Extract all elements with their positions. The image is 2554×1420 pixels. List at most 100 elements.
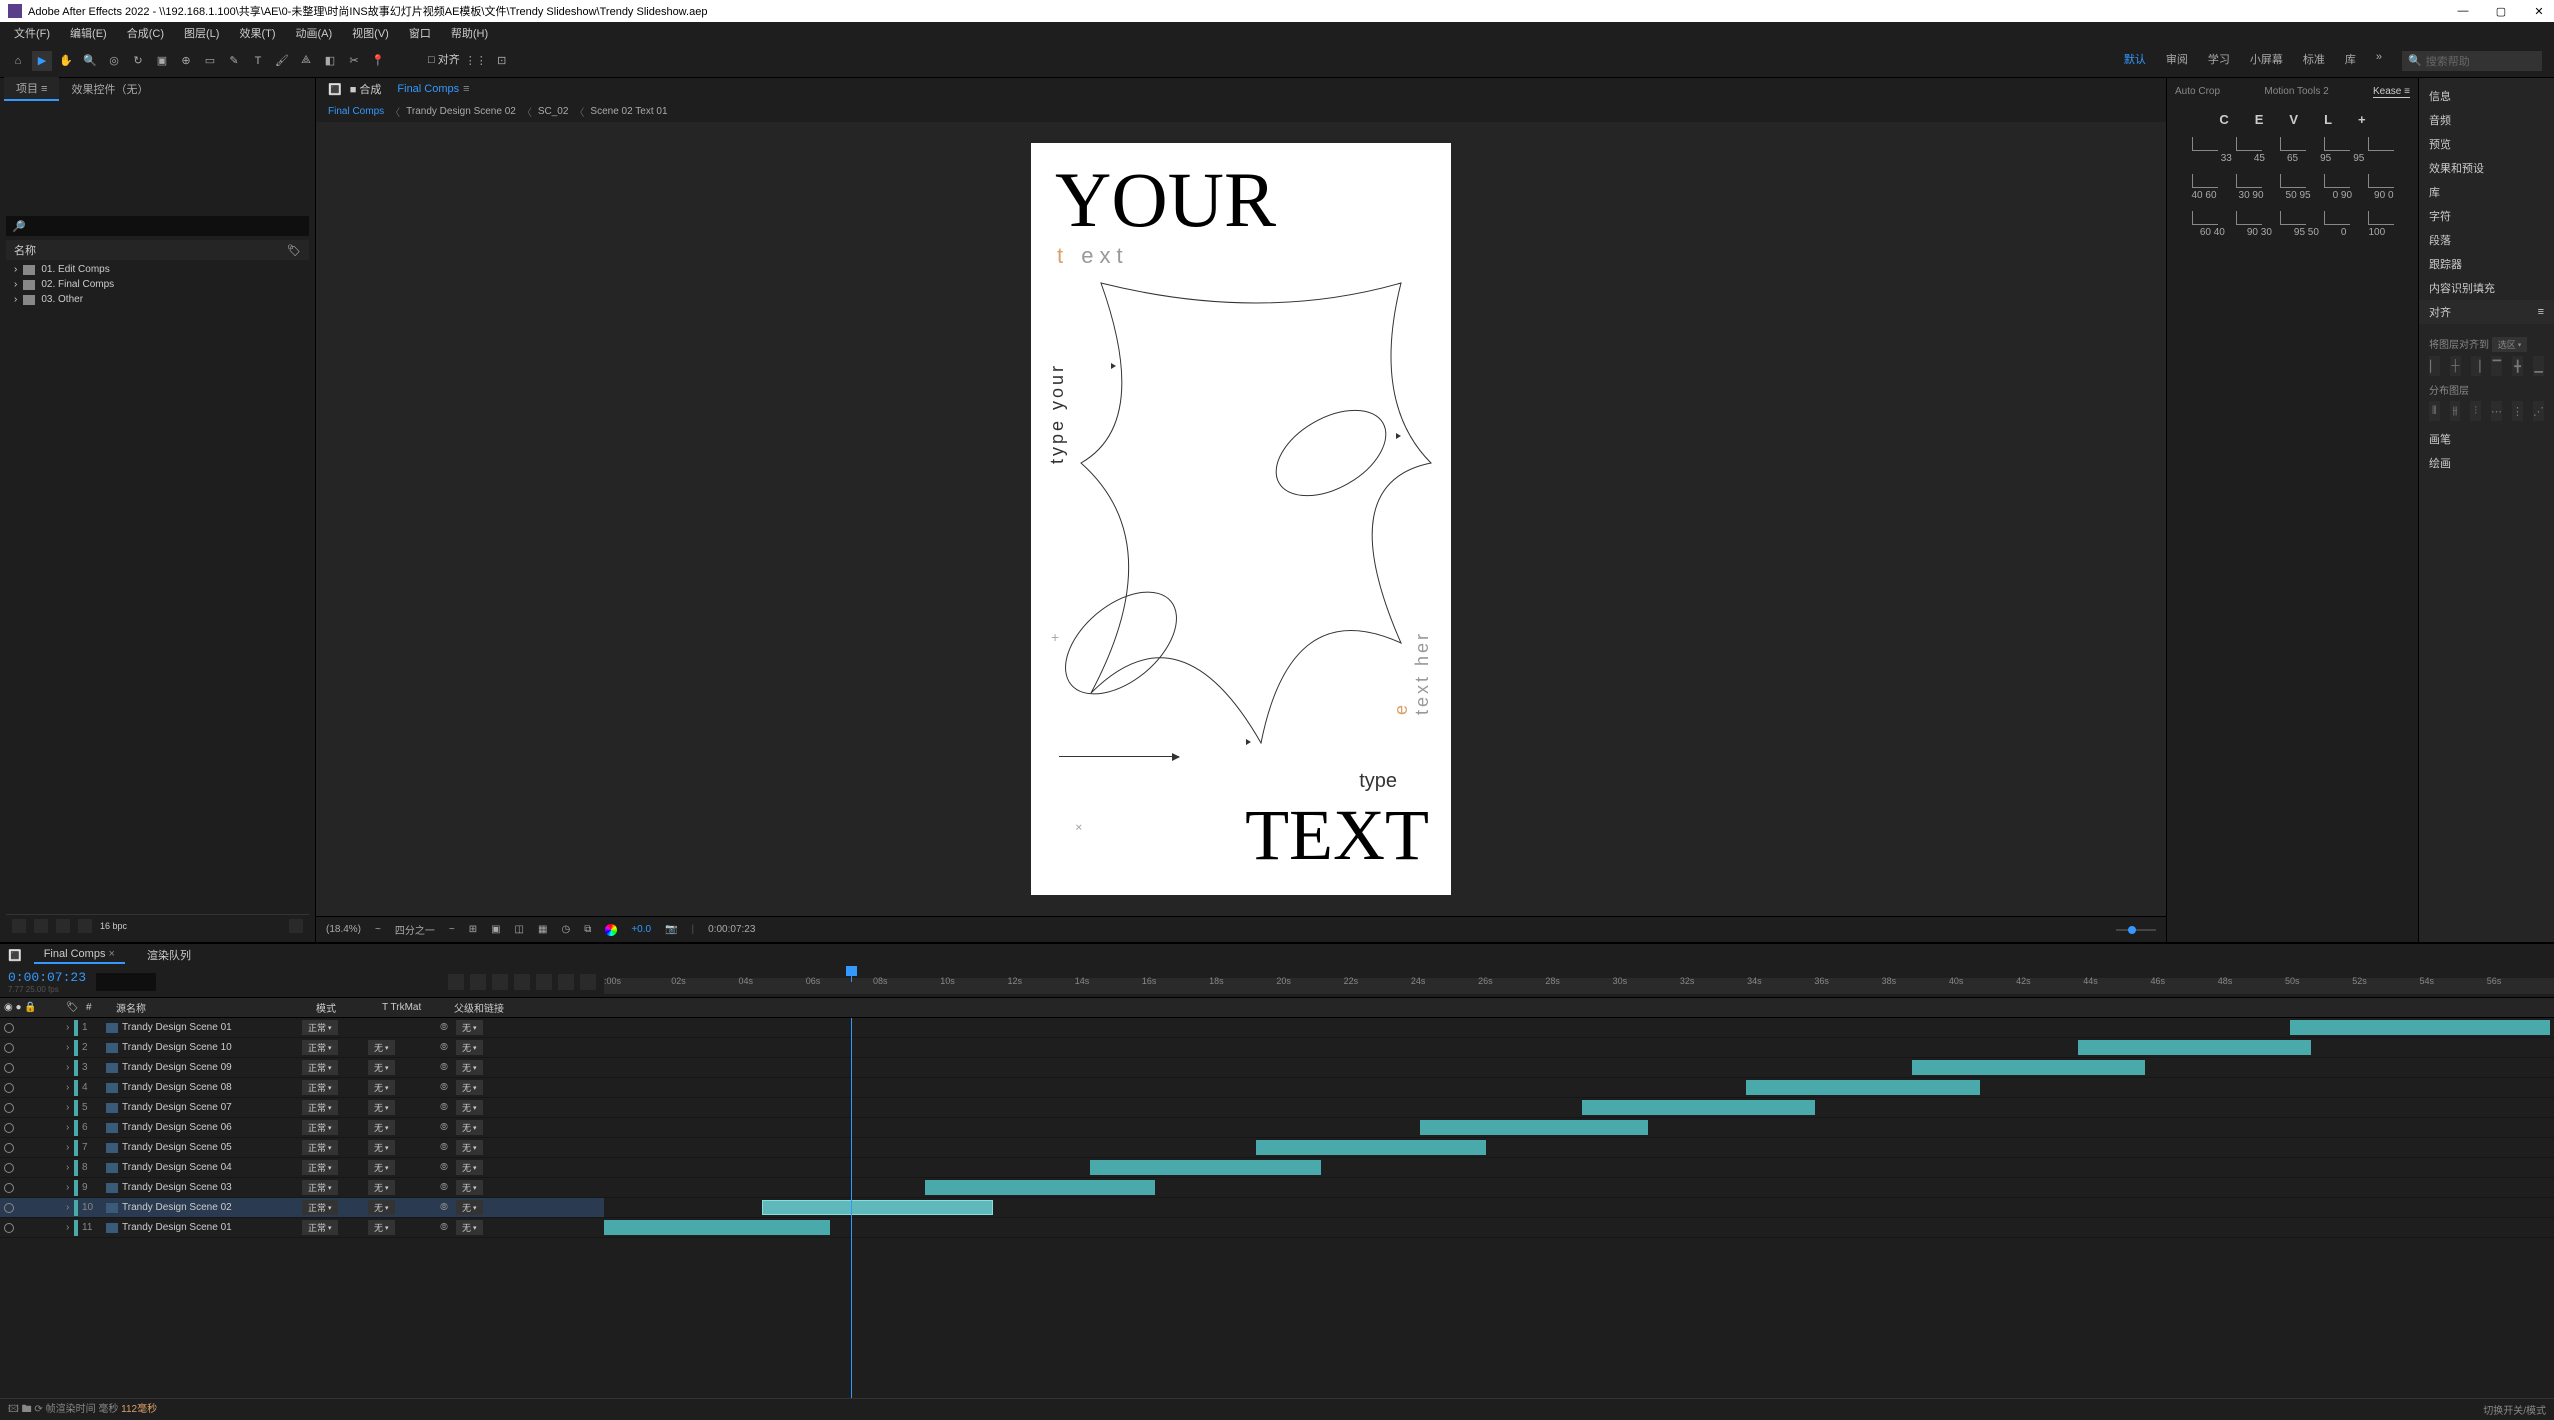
panel-audio[interactable]: 音频 bbox=[2419, 108, 2554, 132]
panel-paragraph[interactable]: 段落 bbox=[2419, 228, 2554, 252]
close-button[interactable]: ✕ bbox=[2532, 5, 2546, 18]
expand-arrow[interactable]: › bbox=[62, 1182, 74, 1193]
resolution-dropdown[interactable]: 四分之一 bbox=[395, 922, 435, 937]
ease-curve[interactable] bbox=[2368, 211, 2394, 225]
visibility-toggle[interactable] bbox=[4, 1143, 14, 1153]
ease-curve[interactable] bbox=[2236, 174, 2262, 188]
timeline-tracks[interactable] bbox=[604, 1018, 2554, 1398]
panel-effects[interactable]: 效果和预设 bbox=[2419, 156, 2554, 180]
col-label[interactable]: 🏷 bbox=[62, 998, 82, 1017]
menu-composition[interactable]: 合成(C) bbox=[117, 25, 174, 41]
tl-icon-2[interactable] bbox=[470, 974, 486, 990]
parent-dropdown[interactable]: 无 bbox=[456, 1020, 483, 1035]
project-trash[interactable] bbox=[289, 919, 303, 933]
layer-clip[interactable] bbox=[925, 1180, 1155, 1195]
timeline-ruler[interactable]: :00s02s04s06s08s10s12s14s16s18s20s22s24s… bbox=[604, 966, 2554, 998]
dist-4[interactable]: ⋯ bbox=[2491, 401, 2502, 421]
col-mode[interactable]: 模式 bbox=[312, 998, 378, 1017]
parent-pickwhip[interactable]: ⦾ bbox=[436, 1022, 452, 1033]
hand-tool[interactable]: ✋ bbox=[56, 51, 76, 71]
layer-clip[interactable] bbox=[762, 1200, 993, 1215]
panel-content-aware[interactable]: 内容识别填充 bbox=[2419, 276, 2554, 300]
parent-dropdown[interactable]: 无 bbox=[456, 1100, 483, 1115]
parent-pickwhip[interactable]: ⦾ bbox=[436, 1222, 452, 1233]
vf-time-icon[interactable]: ◷ bbox=[561, 924, 570, 935]
blend-mode-dropdown[interactable]: 正常 bbox=[302, 1060, 338, 1075]
parent-dropdown[interactable]: 无 bbox=[456, 1120, 483, 1135]
dist-5[interactable]: ⋮ bbox=[2512, 401, 2523, 421]
panel-info[interactable]: 信息 bbox=[2419, 84, 2554, 108]
blend-mode-dropdown[interactable]: 正常 bbox=[302, 1180, 338, 1195]
layer-clip[interactable] bbox=[1582, 1100, 1815, 1115]
parent-pickwhip[interactable]: ⦾ bbox=[436, 1142, 452, 1153]
expand-arrow[interactable]: › bbox=[62, 1142, 74, 1153]
project-btn-4[interactable] bbox=[78, 919, 92, 933]
tl-icon-3[interactable] bbox=[492, 974, 508, 990]
workspace-standard[interactable]: 标准 bbox=[2303, 51, 2325, 71]
workspace-library[interactable]: 库 bbox=[2345, 51, 2356, 71]
tab-autocrop[interactable]: Auto Crop bbox=[2175, 86, 2220, 98]
visibility-toggle[interactable] bbox=[4, 1043, 14, 1053]
panel-tracker[interactable]: 跟踪器 bbox=[2419, 252, 2554, 276]
tl-icon-4[interactable] bbox=[514, 974, 530, 990]
camera-icon[interactable]: 📷 bbox=[665, 924, 677, 935]
ease-curve[interactable] bbox=[2368, 174, 2394, 188]
workspace-review[interactable]: 审阅 bbox=[2166, 51, 2188, 71]
align-left[interactable]: ▏ bbox=[2429, 356, 2440, 376]
trkmat-dropdown[interactable]: 无 bbox=[368, 1180, 395, 1195]
tl-icon-5[interactable] bbox=[536, 974, 552, 990]
expand-arrow[interactable]: › bbox=[62, 1102, 74, 1113]
blend-mode-dropdown[interactable]: 正常 bbox=[302, 1100, 338, 1115]
parent-pickwhip[interactable]: ⦾ bbox=[436, 1062, 452, 1073]
parent-dropdown[interactable]: 无 bbox=[456, 1040, 483, 1055]
trkmat-dropdown[interactable]: 无 bbox=[368, 1100, 395, 1115]
panel-library[interactable]: 库 bbox=[2419, 180, 2554, 204]
visibility-toggle[interactable] bbox=[4, 1023, 14, 1033]
current-time-indicator[interactable] bbox=[851, 966, 852, 982]
workspace-default[interactable]: 默认 bbox=[2124, 51, 2146, 71]
breadcrumb-item[interactable]: SC_02 bbox=[538, 106, 569, 117]
align-vcenter[interactable]: ╋ bbox=[2512, 356, 2523, 376]
col-parent[interactable]: 父级和链接 bbox=[450, 998, 598, 1017]
expand-arrow[interactable]: › bbox=[62, 1162, 74, 1173]
parent-pickwhip[interactable]: ⦾ bbox=[436, 1122, 452, 1133]
layer-clip[interactable] bbox=[1912, 1060, 2145, 1075]
align-right[interactable]: ▕ bbox=[2471, 356, 2482, 376]
parent-pickwhip[interactable]: ⦾ bbox=[436, 1082, 452, 1093]
ease-curve[interactable] bbox=[2280, 174, 2306, 188]
tab-kease[interactable]: Kease ≡ bbox=[2373, 86, 2410, 98]
track-row[interactable] bbox=[604, 1038, 2554, 1058]
parent-dropdown[interactable]: 无 bbox=[456, 1080, 483, 1095]
blend-mode-dropdown[interactable]: 正常 bbox=[302, 1080, 338, 1095]
parent-pickwhip[interactable]: ⦾ bbox=[436, 1202, 452, 1213]
layer-row[interactable]: › 7 Trandy Design Scene 05 正常 无 ⦾ 无 bbox=[0, 1138, 604, 1158]
maximize-button[interactable]: ▢ bbox=[2494, 5, 2508, 18]
visibility-toggle[interactable] bbox=[4, 1063, 14, 1073]
project-search[interactable]: 🔎 bbox=[6, 216, 309, 236]
menu-help[interactable]: 帮助(H) bbox=[441, 25, 498, 41]
timeline-tab-render[interactable]: 渲染队列 bbox=[137, 945, 201, 965]
tl-icon-6[interactable] bbox=[558, 974, 574, 990]
align-top[interactable]: ▔ bbox=[2491, 356, 2502, 376]
ease-curve[interactable] bbox=[2280, 137, 2306, 151]
visibility-toggle[interactable] bbox=[4, 1223, 14, 1233]
anchor-tool[interactable]: ⊕ bbox=[176, 51, 196, 71]
kease-l[interactable]: L bbox=[2324, 112, 2332, 127]
trkmat-dropdown[interactable]: 无 bbox=[368, 1060, 395, 1075]
layer-clip[interactable] bbox=[2290, 1020, 2550, 1035]
layer-row[interactable]: › 11 Trandy Design Scene 01 正常 无 ⦾ 无 bbox=[0, 1218, 604, 1238]
parent-dropdown[interactable]: 无 bbox=[456, 1060, 483, 1075]
trkmat-dropdown[interactable]: 无 bbox=[368, 1120, 395, 1135]
breadcrumb-item[interactable]: Trandy Design Scene 02 bbox=[406, 106, 516, 117]
track-row[interactable] bbox=[604, 1138, 2554, 1158]
ease-curve[interactable] bbox=[2324, 174, 2350, 188]
toggle-switches[interactable]: 切换开关/模式 bbox=[2483, 1402, 2546, 1417]
menu-layer[interactable]: 图层(L) bbox=[174, 25, 229, 41]
trkmat-dropdown[interactable]: 无 bbox=[368, 1140, 395, 1155]
visibility-toggle[interactable] bbox=[4, 1203, 14, 1213]
panel-character[interactable]: 字符 bbox=[2419, 204, 2554, 228]
expand-arrow[interactable]: › bbox=[62, 1062, 74, 1073]
col-visibility[interactable]: ◉ ● 🔒 bbox=[0, 998, 62, 1017]
roto-tool[interactable]: ✂ bbox=[344, 51, 364, 71]
project-header-name[interactable]: 名称 bbox=[14, 242, 36, 258]
